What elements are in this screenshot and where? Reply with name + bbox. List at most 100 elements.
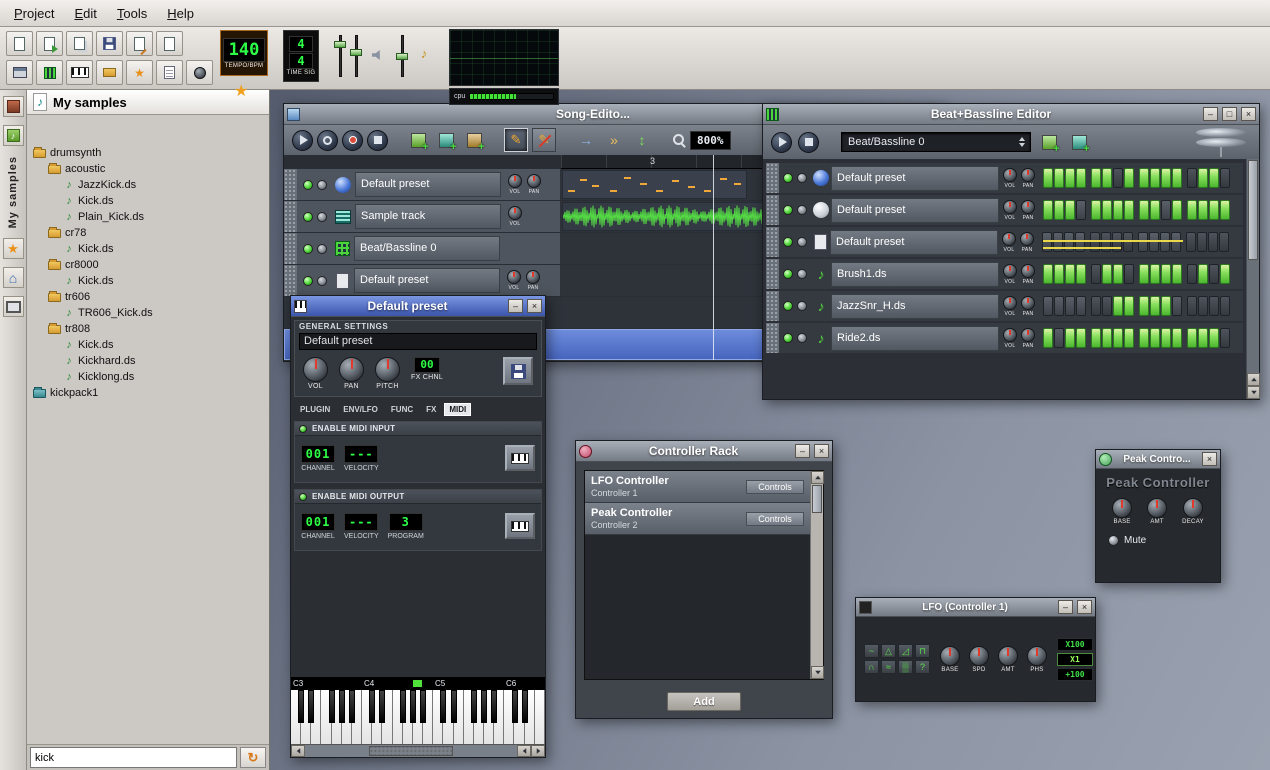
- close-button[interactable]: ×: [1202, 452, 1217, 466]
- beat-step[interactable]: [1150, 200, 1160, 220]
- tab-plugin[interactable]: PLUGIN: [295, 403, 335, 416]
- midi-input-header[interactable]: ENABLE MIDI INPUT: [295, 422, 541, 436]
- record-button[interactable]: [317, 130, 338, 151]
- beat-step[interactable]: [1053, 232, 1063, 252]
- piano-black-key[interactable]: [329, 690, 335, 723]
- track-reorder-button[interactable]: ↕: [630, 128, 654, 152]
- triangle-wave-icon[interactable]: △: [881, 644, 896, 658]
- beat-step[interactable]: [1102, 168, 1112, 188]
- zoom-level-display[interactable]: 800%: [690, 131, 731, 150]
- track-solo-led[interactable]: [797, 269, 807, 279]
- vol-knob[interactable]: [1003, 264, 1017, 278]
- beat-step[interactable]: [1139, 168, 1149, 188]
- add-bb-track-button[interactable]: [406, 128, 430, 152]
- stop-button[interactable]: [367, 130, 388, 151]
- sidebar-tab-my-presets[interactable]: ★: [3, 238, 24, 259]
- add-automation-track-button[interactable]: [462, 128, 486, 152]
- tab-midi[interactable]: MIDI: [444, 403, 471, 416]
- piano-black-key[interactable]: [369, 690, 375, 723]
- add-controller-button[interactable]: Add: [667, 692, 741, 711]
- exponential-wave-icon[interactable]: ≈: [881, 660, 896, 674]
- beat-step[interactable]: [1209, 200, 1219, 220]
- track-name[interactable]: Beat/Bassline 0: [354, 236, 500, 261]
- tree-item[interactable]: ♪Kick.ds: [27, 241, 269, 257]
- beat-step[interactable]: [1124, 200, 1134, 220]
- piano-black-key[interactable]: [349, 690, 355, 723]
- recent-projects-button[interactable]: [66, 31, 93, 56]
- speed-knob[interactable]: [969, 646, 989, 666]
- active-tab-vertical-label[interactable]: My samples: [7, 156, 19, 228]
- track-name[interactable]: Brush1.ds: [831, 262, 999, 287]
- volume-knob[interactable]: [303, 357, 328, 382]
- piano-black-key[interactable]: [400, 690, 406, 723]
- beat-step[interactable]: [1220, 168, 1230, 188]
- tree-item[interactable]: ♪Kick.ds: [27, 273, 269, 289]
- scroll-down-button[interactable]: [811, 666, 824, 679]
- track-header[interactable]: Sample trackVOL: [284, 201, 561, 232]
- track-grip[interactable]: [766, 163, 779, 193]
- beat-step[interactable]: [1065, 328, 1075, 348]
- piano-black-key[interactable]: [471, 690, 477, 723]
- track-enable-led[interactable]: [783, 205, 793, 215]
- keyboard-scrollbar[interactable]: [291, 744, 545, 757]
- master-pitch-slider[interactable]: [350, 33, 362, 79]
- piano-black-key[interactable]: [298, 690, 304, 723]
- close-button[interactable]: ×: [527, 299, 542, 313]
- tree-item[interactable]: ♪Kick.ds: [27, 193, 269, 209]
- beat-step[interactable]: [1065, 200, 1075, 220]
- midi-output-enable-led[interactable]: [299, 493, 307, 501]
- noise-wave-icon[interactable]: ▒: [898, 660, 913, 674]
- project-notes-toggle-button[interactable]: [156, 60, 183, 85]
- track-solo-led[interactable]: [317, 276, 327, 286]
- beat-step[interactable]: [1198, 328, 1208, 348]
- beat-step[interactable]: [1043, 168, 1053, 188]
- save-preset-button[interactable]: [503, 357, 533, 385]
- tree-item[interactable]: ♪Kick.ds: [27, 337, 269, 353]
- close-button[interactable]: ×: [1077, 600, 1092, 614]
- whats-this-star-icon[interactable]: ★: [234, 81, 248, 101]
- vol-knob[interactable]: [1003, 328, 1017, 342]
- beat-step[interactable]: [1113, 328, 1123, 348]
- phase-knob[interactable]: [1027, 646, 1047, 666]
- beat-step[interactable]: [1186, 232, 1196, 252]
- track-solo-led[interactable]: [797, 205, 807, 215]
- vol-knob[interactable]: [508, 206, 522, 220]
- beat-step[interactable]: [1150, 296, 1160, 316]
- beat-step[interactable]: [1161, 200, 1171, 220]
- track-solo-led[interactable]: [317, 180, 327, 190]
- minimize-button[interactable]: –: [795, 444, 810, 458]
- beat-step[interactable]: [1091, 200, 1101, 220]
- minimize-button[interactable]: –: [1058, 600, 1073, 614]
- vol-knob[interactable]: [507, 270, 521, 284]
- controller-rack-toggle-button[interactable]: [186, 60, 213, 85]
- beat-step[interactable]: [1091, 264, 1101, 284]
- amount-knob[interactable]: [1147, 498, 1167, 518]
- beat-step[interactable]: [1171, 232, 1181, 252]
- jump-marker-button[interactable]: »: [602, 128, 626, 152]
- track-enable-led[interactable]: [783, 333, 793, 343]
- preset-name-field[interactable]: Default preset: [299, 333, 537, 350]
- scroll-left-button[interactable]: [291, 745, 305, 757]
- mute-toggle[interactable]: Mute: [1108, 535, 1216, 546]
- beat-step[interactable]: [1064, 232, 1074, 252]
- tree-item[interactable]: acoustic: [27, 161, 269, 177]
- master-volume-slider[interactable]: [334, 33, 346, 79]
- beat-step[interactable]: [1091, 168, 1101, 188]
- pan-knob[interactable]: [527, 174, 541, 188]
- fx-mixer-toggle-button[interactable]: [96, 60, 123, 85]
- sample-pattern-segment[interactable]: [562, 202, 764, 231]
- scroll-left-button-2[interactable]: [517, 745, 531, 757]
- beat-step[interactable]: [1138, 232, 1148, 252]
- beat-step[interactable]: [1076, 200, 1086, 220]
- add-sample-track-button[interactable]: [434, 128, 458, 152]
- controller-rack-titlebar[interactable]: Controller Rack – ×: [576, 441, 832, 462]
- track-solo-led[interactable]: [317, 244, 327, 254]
- saw-wave-icon[interactable]: ◿: [898, 644, 913, 658]
- output-visualizer[interactable]: [449, 29, 559, 86]
- beat-step[interactable]: [1139, 200, 1149, 220]
- tab-fx[interactable]: FX: [421, 403, 441, 416]
- note-pattern-segment[interactable]: [562, 170, 747, 199]
- track-grip[interactable]: [284, 201, 297, 232]
- bb-pattern-selector[interactable]: Beat/Bassline 0: [841, 132, 1031, 152]
- beat-step[interactable]: [1113, 264, 1123, 284]
